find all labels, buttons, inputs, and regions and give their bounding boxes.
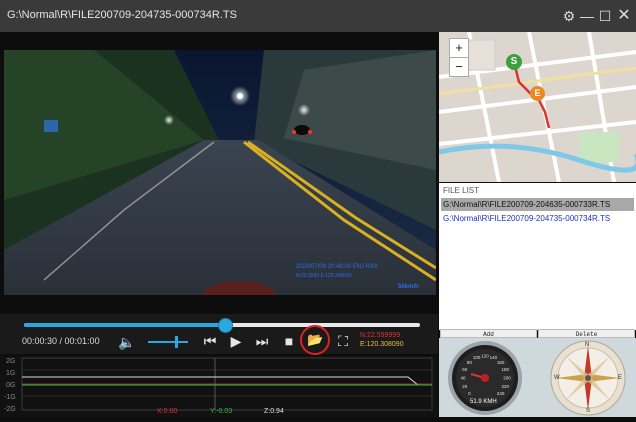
stop-button[interactable]: ■ [281, 333, 297, 349]
graph-label-neg2g: -2G [4, 406, 16, 413]
z-axis-value: Z:0.94 [264, 408, 284, 415]
zoom-in-button[interactable]: + [449, 38, 469, 58]
delete-button[interactable]: Delete [538, 329, 635, 338]
graph-label-neg1g: -1G [4, 394, 16, 401]
seek-bar-thumb[interactable] [218, 318, 233, 333]
add-button[interactable]: Add [440, 329, 537, 338]
compass-north-label: N [585, 342, 590, 348]
speed-readout: 51.9 KMH [470, 399, 497, 405]
compass [550, 340, 626, 416]
speedometer-tick-label: 180 [502, 367, 510, 372]
dashcam-scene [4, 50, 436, 295]
compass-south-label: S [586, 408, 591, 414]
video-frame[interactable] [4, 50, 436, 295]
graph-label-2g: 2G [6, 358, 16, 365]
route-end-marker[interactable]: E [530, 86, 545, 101]
file-list-item[interactable]: G:\Normal\R\FILE200709-204735-000734R.TS [441, 212, 634, 225]
previous-button[interactable]: ⏮ [202, 333, 218, 349]
speedometer-tick-label: 240 [497, 391, 505, 396]
graph-label-0g: 0G [6, 382, 16, 389]
compass-east-label: E [618, 375, 623, 381]
speedometer-tick-label: 20 [462, 384, 468, 389]
speedometer-tick-label: 60 [462, 367, 468, 372]
longitude-readout: E:120.308090 [360, 341, 404, 348]
y-axis-value: Y:-0.03 [210, 408, 233, 415]
file-list-label: FILE LIST [443, 186, 480, 195]
latitude-readout: N:22.599999 [360, 332, 401, 339]
maximize-button[interactable]: ☐ [596, 6, 614, 26]
speedometer-tick-label: 100 [473, 355, 481, 360]
settings-icon[interactable]: ⚙ [560, 6, 578, 26]
snapshot-button[interactable]: ⛶ [335, 333, 351, 349]
file-list-item[interactable]: G:\Normal\R\FILE200709-204635-000733R.TS [441, 198, 634, 211]
window-title: G:\Normal\R\FILE200709-204735-000734R.TS [7, 9, 237, 21]
volume-icon[interactable]: 🔈 [118, 334, 135, 350]
video-osd-datetime: 2020/07/09 20:48:00 ENJ RXX [296, 264, 379, 270]
open-folder-button[interactable]: 📂 [307, 332, 323, 348]
speedometer-tick-label: 200 [503, 376, 511, 381]
volume-slider-thumb[interactable] [175, 336, 178, 348]
zoom-out-button[interactable]: − [449, 57, 469, 77]
video-osd-speed: 56km/h [398, 284, 419, 290]
time-display: 00:00:30 / 00:01:00 [22, 336, 100, 346]
seek-bar-progress [24, 323, 225, 327]
graph-label-1g: 1G [6, 370, 16, 377]
play-button[interactable]: ▶ [228, 333, 244, 349]
next-button[interactable]: ⏭ [254, 333, 270, 349]
minimize-button[interactable]: — [578, 6, 596, 26]
compass-west-label: W [554, 375, 560, 381]
close-button[interactable]: ✕ [614, 6, 634, 26]
speedometer-tick-label: 80 [467, 360, 473, 365]
compass-dial [550, 340, 626, 416]
speedometer-tick-label: 120 [481, 354, 489, 359]
video-osd-coordinates: N:22.5999 E:120.308090 [296, 273, 352, 279]
speedometer-tick-label: 40 [460, 376, 466, 381]
speedometer-tick-label: 220 [502, 384, 510, 389]
volume-slider[interactable] [148, 341, 188, 343]
speedometer-tick-label: 160 [497, 360, 505, 365]
x-axis-value: X:0.00 [157, 408, 178, 415]
route-start-marker[interactable]: S [506, 54, 522, 70]
